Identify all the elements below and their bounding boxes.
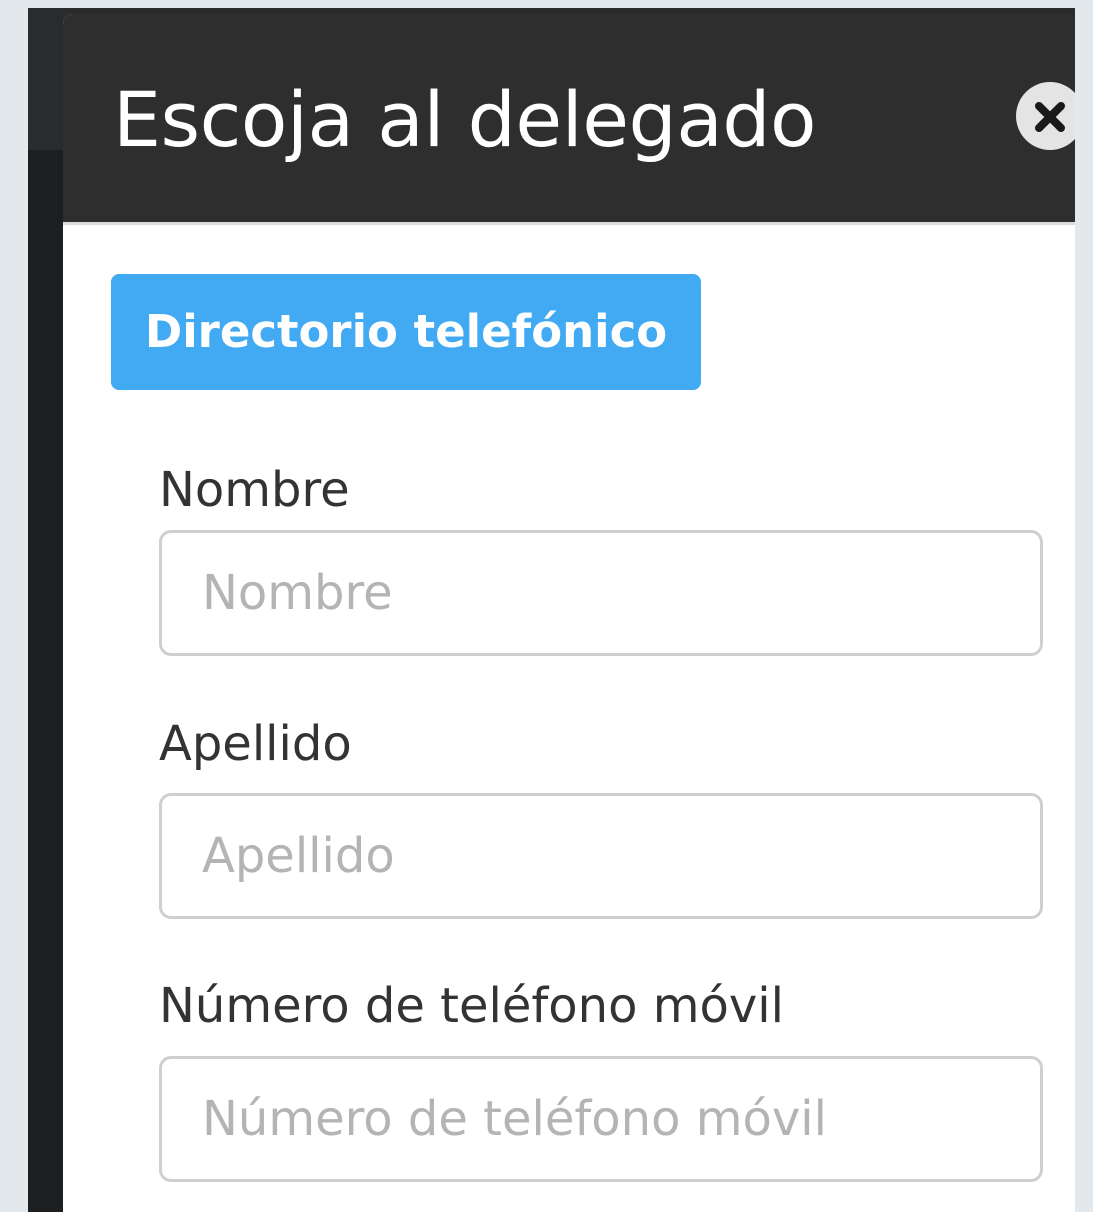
- delegate-modal: Escoja al delegado Directorio telefónico…: [63, 14, 1075, 1212]
- mobile-number-input[interactable]: [159, 1056, 1043, 1182]
- last-name-input[interactable]: [159, 793, 1043, 919]
- first-name-input[interactable]: [159, 530, 1043, 656]
- modal-header: Escoja al delegado: [63, 14, 1075, 225]
- modal-title: Escoja al delegado: [113, 75, 817, 164]
- close-icon: [1035, 102, 1065, 132]
- mobile-number-label: Número de teléfono móvil: [159, 978, 784, 1034]
- phone-directory-button[interactable]: Directorio telefónico: [111, 274, 701, 390]
- close-button[interactable]: [1016, 82, 1075, 150]
- first-name-label: Nombre: [159, 462, 350, 518]
- last-name-label: Apellido: [159, 716, 352, 772]
